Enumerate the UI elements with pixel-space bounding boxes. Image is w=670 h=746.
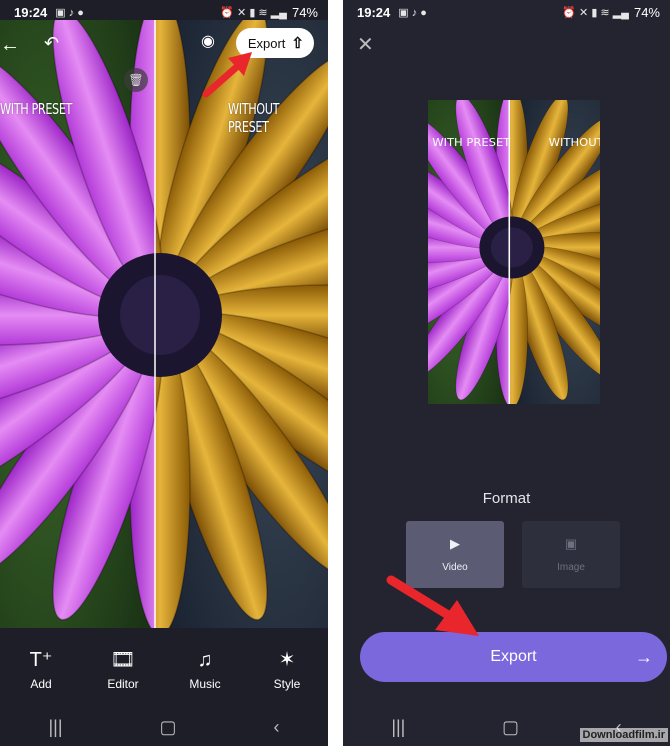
trash-icon[interactable]: 🗑 (124, 68, 148, 92)
notification-icons-right: ▣ ♪ ● (398, 6, 427, 19)
red-arrow-icon-2 (386, 575, 479, 636)
battery-level: 74% (291, 4, 318, 20)
play-icon: ▶ (450, 536, 460, 551)
signal-icons-right: ⏰ ✕ ▮ ≋ ▂▄ (562, 6, 629, 19)
editor-screen: 19:24 ▣ ♪ ● ⏰ ✕ ▮ ≋ ▂▄ 74% ← ↶ ◉ Export … (0, 0, 328, 746)
divider (328, 0, 343, 746)
image-icon: ▣ (564, 536, 578, 551)
red-arrow-icon (202, 52, 252, 98)
home-icon[interactable]: ▢ (160, 717, 177, 738)
system-nav-bar: ||| ▢ ‹ (0, 708, 328, 746)
add-text-icon: T⁺ (29, 649, 53, 671)
film-icon: 🎞 (110, 649, 136, 671)
home-icon-right[interactable]: ▢ (502, 717, 519, 738)
tool-music[interactable]: ♫ Music (170, 649, 240, 691)
arrow-right-icon: → (635, 646, 653, 667)
tool-editor[interactable]: 🎞 Editor (88, 649, 158, 691)
format-image-option[interactable]: ▣ Image (522, 521, 620, 588)
status-bar: 19:24 ▣ ♪ ● ⏰ ✕ ▮ ≋ ▂▄ 74% (0, 0, 328, 24)
tool-music-label: Music (189, 677, 221, 691)
label-with-preset: WITH PRESET (0, 100, 73, 118)
sparkle-icon: ✶ (278, 649, 296, 671)
close-icon[interactable]: ✕ (357, 32, 374, 57)
tool-add[interactable]: T⁺ Add (6, 649, 76, 691)
battery-level-right: 74% (633, 4, 660, 20)
export-confirm-label: Export (490, 648, 537, 665)
recent-apps-icon-right[interactable]: ||| (391, 717, 405, 738)
watermark: Downloadfilm.ir (579, 728, 668, 742)
back-arrow-icon[interactable]: ← (0, 35, 20, 55)
export-screen: 19:24 ▣ ♪ ● ⏰ ✕ ▮ ≋ ▂▄ 74% ✕ WITH PRESET… (343, 0, 670, 746)
notification-icons: ▣ ♪ ● (55, 6, 84, 19)
status-right-right: ⏰ ✕ ▮ ≋ ▂▄ 74% (562, 5, 660, 20)
status-right: ⏰ ✕ ▮ ≋ ▂▄ 74% (220, 5, 318, 20)
tool-style-label: Style (273, 677, 301, 691)
tool-add-label: Add (30, 677, 52, 691)
status-time: 19:24 (14, 4, 48, 20)
recent-apps-icon[interactable]: ||| (48, 717, 62, 738)
format-image-label: Image (557, 562, 585, 573)
upload-icon: ⇧ (291, 35, 304, 52)
thumb-label-right: WITHOUT PRESET (549, 136, 600, 149)
nav-back-icon[interactable]: ‹ (274, 717, 280, 738)
flower-thumbnail-image: WITH PRESET WITHOUT PRESET (428, 100, 600, 404)
tool-editor-label: Editor (107, 677, 139, 691)
status-bar-right: 19:24 ▣ ♪ ● ⏰ ✕ ▮ ≋ ▂▄ 74% (343, 0, 670, 24)
signal-icons: ⏰ ✕ ▮ ≋ ▂▄ (220, 6, 287, 19)
music-note-icon: ♫ (197, 649, 213, 671)
export-thumbnail: WITH PRESET WITHOUT PRESET (428, 100, 600, 404)
undo-icon[interactable]: ↶ (44, 34, 59, 52)
format-title: Format (482, 490, 531, 507)
thumb-label-left: WITH PRESET (432, 136, 510, 149)
editor-toolbar: T⁺ Add 🎞 Editor ♫ Music ✶ Style (0, 628, 328, 708)
label-without-preset: WITHOUT PRESET (228, 100, 280, 136)
status-time-right: 19:24 (357, 4, 391, 20)
tool-style[interactable]: ✶ Style (252, 649, 322, 691)
screenshot-composite: 19:24 ▣ ♪ ● ⏰ ✕ ▮ ≋ ▂▄ 74% ← ↶ ◉ Export … (0, 0, 670, 746)
